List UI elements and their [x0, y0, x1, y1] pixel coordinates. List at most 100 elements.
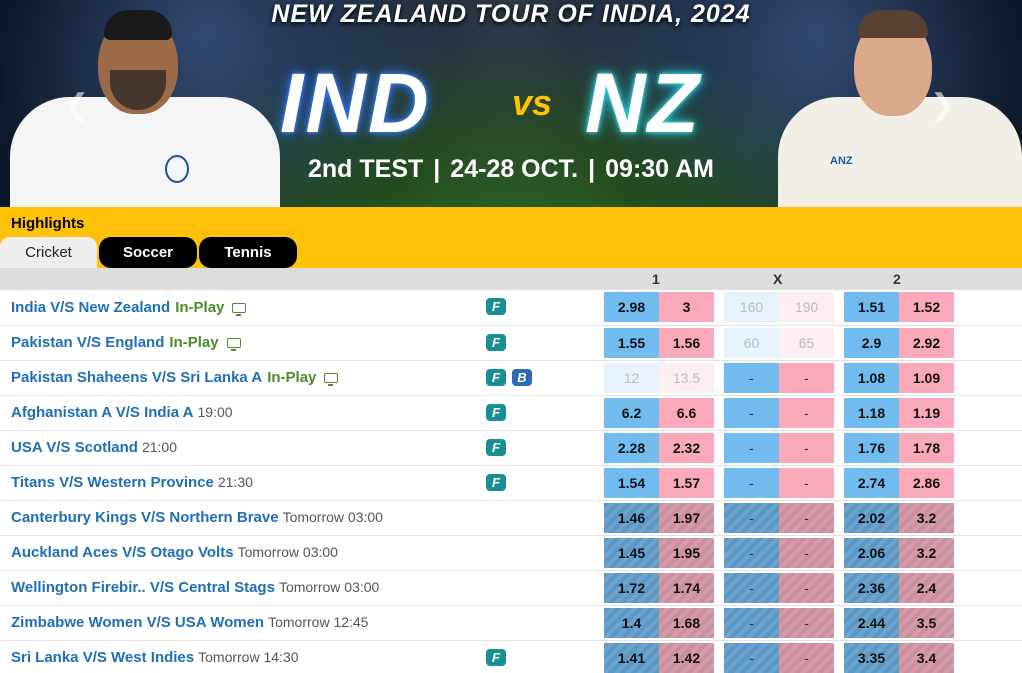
back-odds-2[interactable]: 1.51 [844, 292, 899, 323]
lay-odds-1[interactable]: 1.57 [659, 467, 714, 498]
back-odds-2[interactable]: 3.35 [844, 642, 899, 673]
lay-odds-1[interactable]: 3 [659, 292, 714, 323]
back-odds-2[interactable]: 2.06 [844, 537, 899, 568]
back-odds-2[interactable]: 1.18 [844, 397, 899, 428]
lay-odds-x[interactable]: - [779, 397, 834, 428]
lay-odds-1[interactable]: 2.32 [659, 432, 714, 463]
back-odds-1[interactable]: 1.46 [604, 502, 659, 533]
tab-soccer[interactable]: Soccer [99, 237, 197, 268]
lay-odds-x[interactable]: - [779, 537, 834, 568]
match-name-link[interactable]: Pakistan V/S England [11, 334, 164, 351]
back-odds-2[interactable]: 2.74 [844, 467, 899, 498]
lay-odds-x[interactable]: - [779, 432, 834, 463]
lay-odds-1[interactable]: 1.95 [659, 537, 714, 568]
lay-odds-x[interactable]: - [779, 642, 834, 673]
tv-icon[interactable] [324, 373, 339, 386]
lay-odds-2[interactable]: 1.52 [899, 292, 954, 323]
match-name-link[interactable]: Pakistan Shaheens V/S Sri Lanka A [11, 369, 262, 386]
match-name-link[interactable]: Sri Lanka V/S West Indies [11, 649, 194, 666]
back-odds-1[interactable]: 1.55 [604, 327, 659, 358]
match-name-link[interactable]: Wellington Firebir.. V/S Central Stags [11, 579, 275, 596]
tab-tennis[interactable]: Tennis [199, 237, 297, 268]
back-odds-2[interactable]: 1.76 [844, 432, 899, 463]
back-odds-2[interactable]: 2.02 [844, 502, 899, 533]
back-odds-x[interactable]: - [724, 362, 779, 393]
match-row[interactable]: Sri Lanka V/S West Indies Tomorrow 14:30 F… [0, 640, 1022, 673]
match-name-link[interactable]: Auckland Aces V/S Otago Volts [11, 544, 234, 561]
back-odds-x[interactable]: - [724, 572, 779, 603]
match-row[interactable]: Pakistan V/S England In-Play F 1.55 1.56 60 65… [0, 325, 1022, 360]
back-odds-x[interactable]: - [724, 607, 779, 638]
back-odds-x[interactable]: 60 [724, 327, 779, 358]
lay-odds-2[interactable]: 3.2 [899, 537, 954, 568]
lay-odds-1[interactable]: 1.68 [659, 607, 714, 638]
lay-odds-x[interactable]: - [779, 502, 834, 533]
lay-odds-2[interactable]: 3.4 [899, 642, 954, 673]
back-odds-1[interactable]: 1.41 [604, 642, 659, 673]
match-name-link[interactable]: USA V/S Scotland [11, 439, 138, 456]
back-odds-1[interactable]: 1.4 [604, 607, 659, 638]
lay-odds-2[interactable]: 3.5 [899, 607, 954, 638]
lay-odds-1[interactable]: 13.5 [659, 362, 714, 393]
lay-odds-x[interactable]: - [779, 607, 834, 638]
lay-odds-2[interactable]: 1.19 [899, 397, 954, 428]
back-odds-x[interactable]: 160 [724, 292, 779, 323]
back-odds-x[interactable]: - [724, 642, 779, 673]
fancy-badge-icon: F [486, 403, 506, 421]
tv-icon[interactable] [232, 302, 247, 316]
lay-odds-x[interactable]: - [779, 572, 834, 603]
back-odds-1[interactable]: 2.98 [604, 292, 659, 323]
match-row[interactable]: India V/S New Zealand In-Play F 2.98 3 160 190… [0, 290, 1022, 325]
back-odds-1[interactable]: 6.2 [604, 397, 659, 428]
back-odds-x[interactable]: - [724, 397, 779, 428]
match-row[interactable]: Pakistan Shaheens V/S Sri Lanka A In-Play… [0, 360, 1022, 395]
back-odds-1[interactable]: 1.45 [604, 537, 659, 568]
lay-odds-2[interactable]: 2.92 [899, 327, 954, 358]
back-odds-1[interactable]: 2.28 [604, 432, 659, 463]
match-row[interactable]: Wellington Firebir.. V/S Central Stags To… [0, 570, 1022, 605]
odds-group-x: -- [724, 465, 834, 500]
lay-odds-2[interactable]: 2.4 [899, 572, 954, 603]
back-odds-1[interactable]: 1.54 [604, 467, 659, 498]
carousel-next-icon[interactable]: ❯ [930, 88, 955, 123]
lay-odds-x[interactable]: 65 [779, 327, 834, 358]
back-odds-2[interactable]: 1.08 [844, 362, 899, 393]
back-odds-2[interactable]: 2.9 [844, 327, 899, 358]
back-odds-x[interactable]: - [724, 502, 779, 533]
back-odds-2[interactable]: 2.44 [844, 607, 899, 638]
lay-odds-x[interactable]: - [779, 467, 834, 498]
back-odds-1[interactable]: 12 [604, 362, 659, 393]
match-row[interactable]: USA V/S Scotland 21:00 F 2.28 2.32- -1.76 1.78 [0, 430, 1022, 465]
back-odds-x[interactable]: - [724, 467, 779, 498]
match-name-link[interactable]: Canterbury Kings V/S Northern Brave [11, 509, 279, 526]
back-odds-x[interactable]: - [724, 432, 779, 463]
odds-group-2: 2.74 2.86 [844, 465, 954, 500]
tab-cricket[interactable]: Cricket [0, 237, 97, 268]
back-odds-x[interactable]: - [724, 537, 779, 568]
lay-odds-x[interactable]: 190 [779, 292, 834, 323]
lay-odds-x[interactable]: - [779, 362, 834, 393]
lay-odds-1[interactable]: 1.97 [659, 502, 714, 533]
back-odds-2[interactable]: 2.36 [844, 572, 899, 603]
lay-odds-2[interactable]: 3.2 [899, 502, 954, 533]
match-row[interactable]: Canterbury Kings V/S Northern Brave Tomor… [0, 500, 1022, 535]
carousel-prev-icon[interactable]: ❮ [64, 88, 89, 123]
tv-icon[interactable] [226, 338, 241, 351]
lay-odds-2[interactable]: 1.78 [899, 432, 954, 463]
lay-odds-1[interactable]: 1.42 [659, 642, 714, 673]
match-name-link[interactable]: Afghanistan A V/S India A [11, 404, 194, 421]
lay-odds-2[interactable]: 2.86 [899, 467, 954, 498]
lay-odds-1[interactable]: 6.6 [659, 397, 714, 428]
lay-odds-1[interactable]: 1.74 [659, 572, 714, 603]
match-row[interactable]: Titans V/S Western Province 21:30 F 1.54 1.5… [0, 465, 1022, 500]
match-name-link[interactable]: Zimbabwe Women V/S USA Women [11, 614, 264, 631]
lay-odds-1[interactable]: 1.56 [659, 327, 714, 358]
promo-banner[interactable]: ANZ ❮ ❯ NEW ZEALAND TOUR OF INDIA, 2024 … [0, 0, 1022, 207]
match-name-link[interactable]: Titans V/S Western Province [11, 474, 214, 491]
back-odds-1[interactable]: 1.72 [604, 572, 659, 603]
match-row[interactable]: Zimbabwe Women V/S USA Women Tomorrow 12:… [0, 605, 1022, 640]
match-row[interactable]: Afghanistan A V/S India A 19:00 F 6.2 6.6- -1… [0, 395, 1022, 430]
lay-odds-2[interactable]: 1.09 [899, 362, 954, 393]
match-name-link[interactable]: India V/S New Zealand [11, 299, 170, 316]
match-row[interactable]: Auckland Aces V/S Otago Volts Tomorrow 03… [0, 535, 1022, 570]
